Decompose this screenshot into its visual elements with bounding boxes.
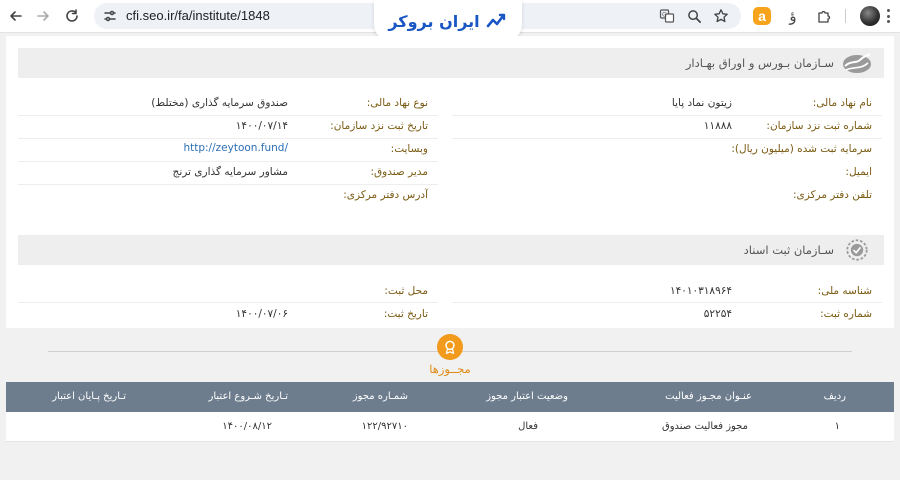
extensions-puzzle-icon[interactable] [813,5,835,27]
sec-registry-title: سـازمان ثبت اسناد [743,243,834,257]
label-institution-type: نوع نهاد مالی: [366,97,428,109]
label-company-registration-date: تاریخ ثبت: [383,308,428,320]
label-institution-name: نام نهاد مالی: [812,97,872,109]
extension-a-icon[interactable]: a [753,7,771,25]
extension-v-letter: ؤ [789,7,797,25]
logo-chart-icon [486,13,505,28]
license-award-icon [437,334,463,360]
sec-exchange-header: سـازمان بـورس و اوراق بهـادار [18,48,884,78]
bookmark-star-icon[interactable] [713,8,729,24]
sec-registry-header: سـازمان ثبت اسناد [18,235,884,265]
th-end-date: تـاریخ پـایان اعتبار [52,391,126,402]
label-national-id: شناسه ملی: [817,285,872,297]
row-divider [18,138,438,139]
label-company-registration-number: شماره ثبت: [820,308,872,320]
cell-license-status: فعال [518,421,538,432]
th-license-title: عنـوان مجـوز فعالیت [665,391,752,402]
value-company-registration-number: ۵۲۲۵۴ [703,308,732,320]
value-institution-type: صندوق سرمایه گذاری (مختلط) [151,97,288,109]
label-website: وبسایت: [390,143,428,155]
url-text[interactable]: cfi.seo.ir/fa/institute/1848 [126,8,270,23]
row-divider [18,115,438,116]
logo-text: ایران بروکر [388,11,480,31]
row-divider [452,138,882,139]
forward-button[interactable] [33,6,53,26]
label-fund-manager: مدیر صندوق: [370,166,428,178]
site-info-icon[interactable] [102,8,118,24]
th-license-number: شمـاره مجوز [352,391,408,402]
label-registered-capital: سرمایه ثبت شده (میلیون ریال): [731,143,872,155]
menu-kebab-icon[interactable] [886,9,890,23]
institute-card: سـازمان بـورس و اوراق بهـادار نام نهاد م… [6,36,894,328]
label-office-address: آدرس دفتر مرکزی: [343,189,428,201]
value-registration-date: ۱۴۰۰/۰۷/۱۴ [235,120,288,132]
value-company-registration-date: ۱۴۰۰/۰۷/۰۶ [235,308,288,320]
cell-license-number: ۱۲۲/۹۲۷۱۰ [361,421,408,432]
label-registration-number: شماره ثبت نزد سازمان: [766,120,872,132]
exchange-organization-icon [840,49,874,77]
table-row: ۱ مجوز فعالیت صندوق فعال ۱۲۲/۹۲۷۱۰ ۱۴۰۰/… [6,412,894,442]
cell-row-number: ۱ [834,421,840,432]
label-registration-place: محل ثبت: [384,285,428,297]
value-national-id: ۱۴۰۱۰۳۱۸۹۶۴ [669,285,732,297]
licenses-title: مجــوزها [429,362,471,376]
value-fund-manager: مشاور سرمایه گذاری ترنج [172,166,288,178]
extension-v-icon[interactable]: ؤ [782,5,804,27]
toolbar-divider [845,9,846,23]
back-arrow-icon [10,11,22,21]
licenses-table: ردیف عنـوان مجـوز فعالیت وضعیت اعتبار مج… [6,382,894,442]
th-start-date: تـاریخ شـروع اعتبار [208,391,288,402]
cell-license-title: مجوز فعالیت صندوق [661,421,748,432]
row-divider [18,302,438,303]
row-divider [18,161,438,162]
row-divider [452,115,882,116]
row-divider [452,302,882,303]
back-button[interactable] [6,6,26,26]
browser-toolbar: cfi.seo.ir/fa/institute/1848 G ایران برو… [0,0,900,42]
th-license-status: وضعیت اعتبار مجوز [486,391,568,402]
value-institution-name: زیتون نماد پایا [671,97,732,109]
label-registration-date: تاریخ ثبت نزد سازمان: [330,120,428,132]
profile-avatar[interactable] [860,6,880,26]
forward-arrow-icon [37,11,49,21]
cell-start-date: ۱۴۰۰/۰۸/۱۲ [222,421,272,432]
sec-exchange-title: سـازمان بـورس و اوراق بهـادار [685,56,834,70]
website-link[interactable]: http://zeytoon.fund/ [183,142,288,154]
extension-a-letter: a [758,8,766,24]
value-registration-number: ۱۱۸۸۸ [703,120,732,132]
row-divider [18,184,438,185]
table-header: ردیف عنـوان مجـوز فعالیت وضعیت اعتبار مج… [6,382,894,412]
zoom-icon[interactable] [686,8,702,24]
reload-icon [66,9,78,22]
registry-organization-icon [840,236,874,264]
th-row-number: ردیف [823,391,846,402]
label-email: ایمیل: [845,166,872,178]
reload-button[interactable] [62,6,82,26]
label-office-phone: تلفن دفتر مرکزی: [792,189,872,201]
translate-icon[interactable]: G [659,8,675,24]
svg-text:G: G [662,12,667,19]
